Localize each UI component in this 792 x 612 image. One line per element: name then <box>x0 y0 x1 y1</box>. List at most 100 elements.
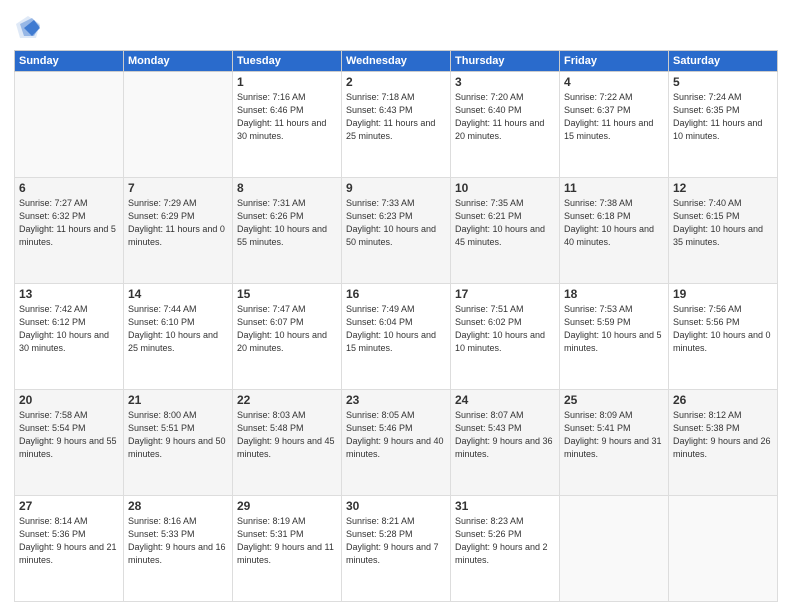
day-info: Sunrise: 8:07 AM Sunset: 5:43 PM Dayligh… <box>455 409 555 461</box>
calendar-cell: 20 Sunrise: 7:58 AM Sunset: 5:54 PM Dayli… <box>15 390 124 496</box>
day-info: Sunrise: 7:44 AM Sunset: 6:10 PM Dayligh… <box>128 303 228 355</box>
day-number: 2 <box>346 75 446 89</box>
day-info: Sunrise: 8:21 AM Sunset: 5:28 PM Dayligh… <box>346 515 446 567</box>
day-info: Sunrise: 7:22 AM Sunset: 6:37 PM Dayligh… <box>564 91 664 143</box>
day-number: 25 <box>564 393 664 407</box>
day-info: Sunrise: 7:20 AM Sunset: 6:40 PM Dayligh… <box>455 91 555 143</box>
calendar-cell <box>15 72 124 178</box>
day-number: 10 <box>455 181 555 195</box>
day-info: Sunrise: 7:53 AM Sunset: 5:59 PM Dayligh… <box>564 303 664 355</box>
day-number: 26 <box>673 393 773 407</box>
page: SundayMondayTuesdayWednesdayThursdayFrid… <box>0 0 792 612</box>
calendar-table: SundayMondayTuesdayWednesdayThursdayFrid… <box>14 50 778 602</box>
calendar-cell: 11 Sunrise: 7:38 AM Sunset: 6:18 PM Dayli… <box>560 178 669 284</box>
day-number: 12 <box>673 181 773 195</box>
day-number: 11 <box>564 181 664 195</box>
calendar-week-row: 20 Sunrise: 7:58 AM Sunset: 5:54 PM Dayli… <box>15 390 778 496</box>
weekday-header-thursday: Thursday <box>451 51 560 72</box>
calendar-cell: 21 Sunrise: 8:00 AM Sunset: 5:51 PM Dayli… <box>124 390 233 496</box>
day-info: Sunrise: 7:40 AM Sunset: 6:15 PM Dayligh… <box>673 197 773 249</box>
day-number: 5 <box>673 75 773 89</box>
calendar-week-row: 13Sunrise: 7:42 AM Sunset: 6:12 PM Dayli… <box>15 284 778 390</box>
day-number: 15 <box>237 287 337 301</box>
calendar-cell: 25 Sunrise: 8:09 AM Sunset: 5:41 PM Dayli… <box>560 390 669 496</box>
calendar-cell <box>560 496 669 602</box>
day-number: 18 <box>564 287 664 301</box>
day-number: 1 <box>237 75 337 89</box>
day-number: 27 <box>19 499 119 513</box>
day-info: Sunrise: 7:31 AM Sunset: 6:26 PM Dayligh… <box>237 197 337 249</box>
day-number: 17 <box>455 287 555 301</box>
calendar-cell: 7Sunrise: 7:29 AM Sunset: 6:29 PM Daylig… <box>124 178 233 284</box>
day-info: Sunrise: 7:35 AM Sunset: 6:21 PM Dayligh… <box>455 197 555 249</box>
calendar-cell: 23 Sunrise: 8:05 AM Sunset: 5:46 PM Dayli… <box>342 390 451 496</box>
day-number: 4 <box>564 75 664 89</box>
logo <box>14 14 46 42</box>
calendar-cell: 2 Sunrise: 7:18 AM Sunset: 6:43 PM Daylig… <box>342 72 451 178</box>
calendar-week-row: 27 Sunrise: 8:14 AM Sunset: 5:36 PM Dayli… <box>15 496 778 602</box>
day-info: Sunrise: 8:19 AM Sunset: 5:31 PM Dayligh… <box>237 515 337 567</box>
day-info: Sunrise: 7:16 AM Sunset: 6:46 PM Dayligh… <box>237 91 337 143</box>
day-number: 20 <box>19 393 119 407</box>
calendar-cell: 18 Sunrise: 7:53 AM Sunset: 5:59 PM Dayli… <box>560 284 669 390</box>
calendar-cell: 31Sunrise: 8:23 AM Sunset: 5:26 PM Dayli… <box>451 496 560 602</box>
calendar-week-row: 6 Sunrise: 7:27 AM Sunset: 6:32 PM Daylig… <box>15 178 778 284</box>
day-info: Sunrise: 7:51 AM Sunset: 6:02 PM Dayligh… <box>455 303 555 355</box>
calendar-cell: 3 Sunrise: 7:20 AM Sunset: 6:40 PM Daylig… <box>451 72 560 178</box>
day-number: 24 <box>455 393 555 407</box>
day-number: 29 <box>237 499 337 513</box>
day-number: 16 <box>346 287 446 301</box>
day-number: 30 <box>346 499 446 513</box>
day-number: 8 <box>237 181 337 195</box>
weekday-header-saturday: Saturday <box>669 51 778 72</box>
day-info: Sunrise: 8:14 AM Sunset: 5:36 PM Dayligh… <box>19 515 119 567</box>
day-number: 31 <box>455 499 555 513</box>
calendar-cell: 30 Sunrise: 8:21 AM Sunset: 5:28 PM Dayli… <box>342 496 451 602</box>
calendar-cell: 5 Sunrise: 7:24 AM Sunset: 6:35 PM Daylig… <box>669 72 778 178</box>
day-info: Sunrise: 7:47 AM Sunset: 6:07 PM Dayligh… <box>237 303 337 355</box>
day-number: 3 <box>455 75 555 89</box>
day-number: 6 <box>19 181 119 195</box>
calendar-cell: 24 Sunrise: 8:07 AM Sunset: 5:43 PM Dayli… <box>451 390 560 496</box>
calendar-cell: 14 Sunrise: 7:44 AM Sunset: 6:10 PM Dayli… <box>124 284 233 390</box>
day-number: 22 <box>237 393 337 407</box>
day-info: Sunrise: 8:03 AM Sunset: 5:48 PM Dayligh… <box>237 409 337 461</box>
day-number: 13 <box>19 287 119 301</box>
calendar-cell: 17 Sunrise: 7:51 AM Sunset: 6:02 PM Dayli… <box>451 284 560 390</box>
calendar-cell: 28 Sunrise: 8:16 AM Sunset: 5:33 PM Dayli… <box>124 496 233 602</box>
day-number: 23 <box>346 393 446 407</box>
calendar-cell: 29 Sunrise: 8:19 AM Sunset: 5:31 PM Dayli… <box>233 496 342 602</box>
calendar-cell: 16 Sunrise: 7:49 AM Sunset: 6:04 PM Dayli… <box>342 284 451 390</box>
calendar-cell: 19 Sunrise: 7:56 AM Sunset: 5:56 PM Dayli… <box>669 284 778 390</box>
calendar-cell: 1 Sunrise: 7:16 AM Sunset: 6:46 PM Daylig… <box>233 72 342 178</box>
day-info: Sunrise: 8:12 AM Sunset: 5:38 PM Dayligh… <box>673 409 773 461</box>
calendar-cell: 4 Sunrise: 7:22 AM Sunset: 6:37 PM Daylig… <box>560 72 669 178</box>
day-number: 19 <box>673 287 773 301</box>
day-info: Sunrise: 8:00 AM Sunset: 5:51 PM Dayligh… <box>128 409 228 461</box>
calendar-cell <box>124 72 233 178</box>
calendar-cell: 13Sunrise: 7:42 AM Sunset: 6:12 PM Dayli… <box>15 284 124 390</box>
day-number: 28 <box>128 499 228 513</box>
day-info: Sunrise: 7:38 AM Sunset: 6:18 PM Dayligh… <box>564 197 664 249</box>
header <box>14 10 778 42</box>
day-number: 14 <box>128 287 228 301</box>
weekday-header-row: SundayMondayTuesdayWednesdayThursdayFrid… <box>15 51 778 72</box>
day-number: 7 <box>128 181 228 195</box>
day-info: Sunrise: 8:16 AM Sunset: 5:33 PM Dayligh… <box>128 515 228 567</box>
day-info: Sunrise: 7:56 AM Sunset: 5:56 PM Dayligh… <box>673 303 773 355</box>
calendar-cell: 9Sunrise: 7:33 AM Sunset: 6:23 PM Daylig… <box>342 178 451 284</box>
calendar-cell: 27 Sunrise: 8:14 AM Sunset: 5:36 PM Dayli… <box>15 496 124 602</box>
calendar-cell <box>669 496 778 602</box>
day-info: Sunrise: 7:58 AM Sunset: 5:54 PM Dayligh… <box>19 409 119 461</box>
weekday-header-friday: Friday <box>560 51 669 72</box>
day-info: Sunrise: 7:24 AM Sunset: 6:35 PM Dayligh… <box>673 91 773 143</box>
weekday-header-tuesday: Tuesday <box>233 51 342 72</box>
day-info: Sunrise: 8:09 AM Sunset: 5:41 PM Dayligh… <box>564 409 664 461</box>
day-info: Sunrise: 8:05 AM Sunset: 5:46 PM Dayligh… <box>346 409 446 461</box>
day-info: Sunrise: 7:49 AM Sunset: 6:04 PM Dayligh… <box>346 303 446 355</box>
weekday-header-wednesday: Wednesday <box>342 51 451 72</box>
calendar-cell: 22 Sunrise: 8:03 AM Sunset: 5:48 PM Dayli… <box>233 390 342 496</box>
day-info: Sunrise: 7:18 AM Sunset: 6:43 PM Dayligh… <box>346 91 446 143</box>
day-number: 21 <box>128 393 228 407</box>
day-info: Sunrise: 7:27 AM Sunset: 6:32 PM Dayligh… <box>19 197 119 249</box>
